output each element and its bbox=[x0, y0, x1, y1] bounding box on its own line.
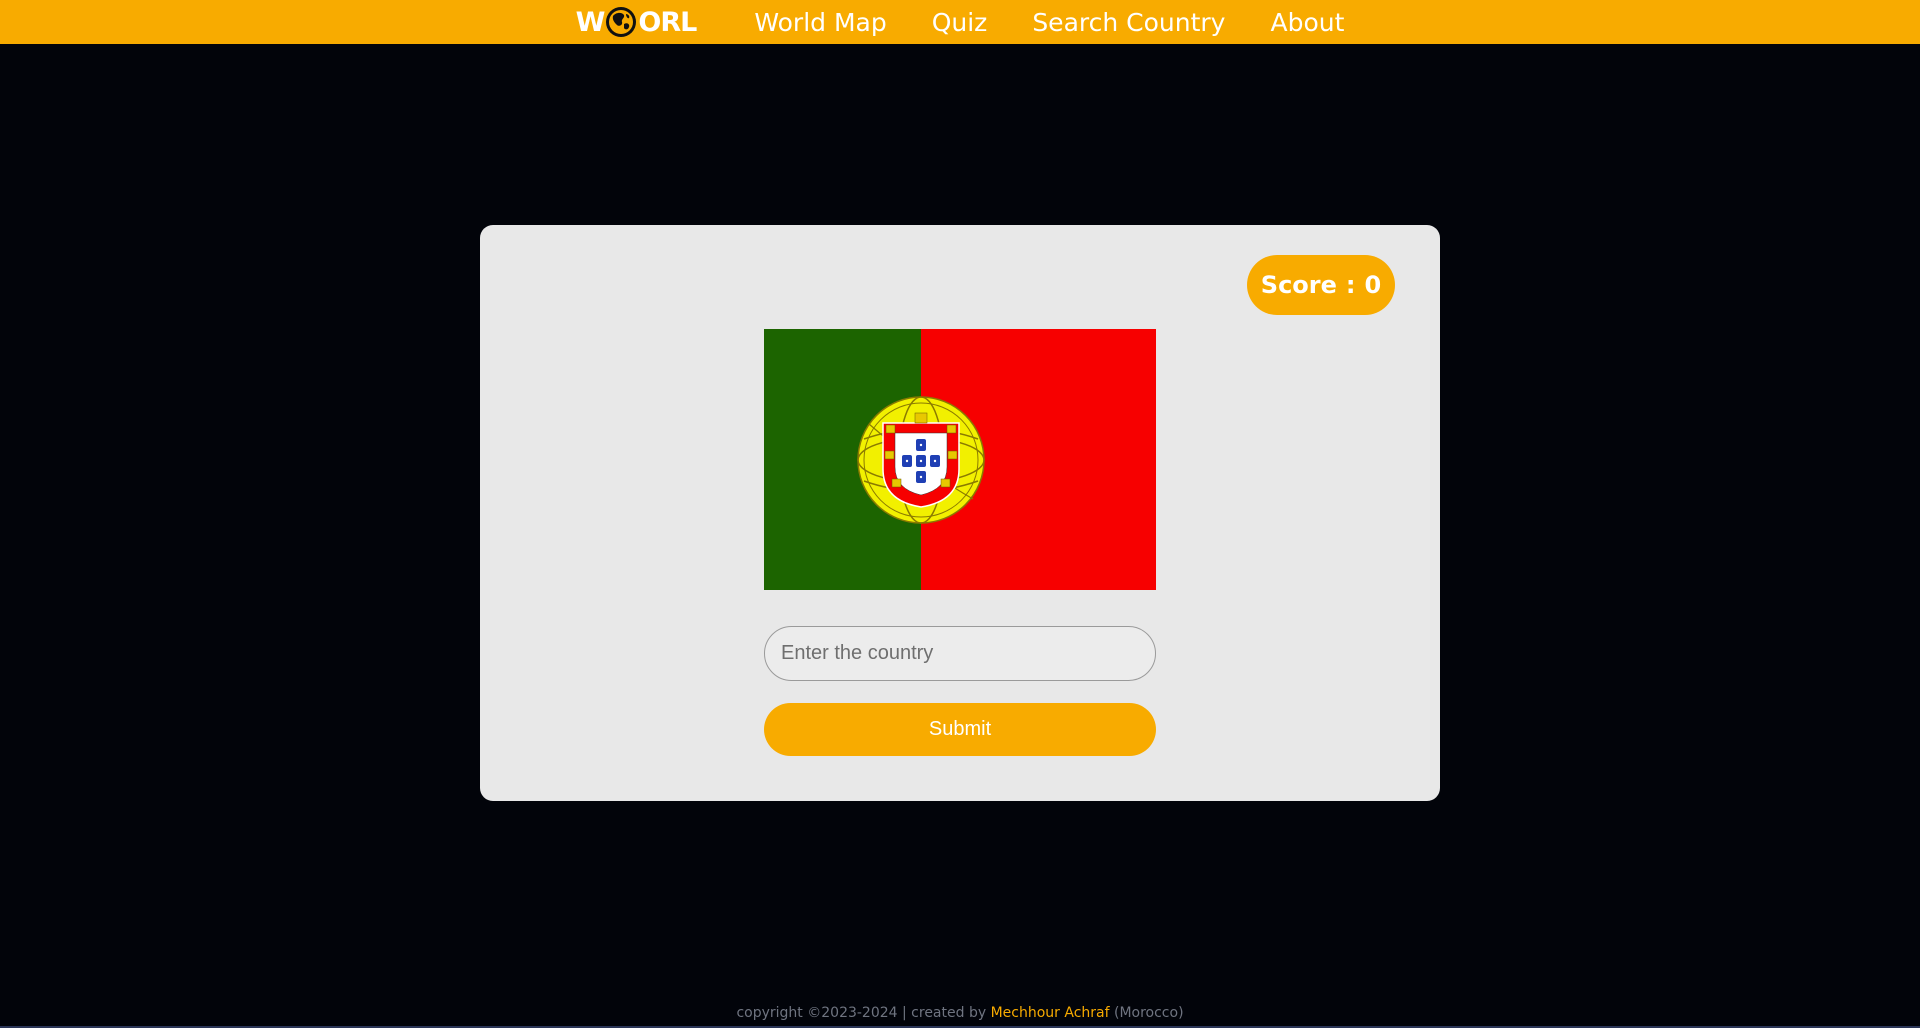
footer: copyright ©2023-2024 | created by Mechho… bbox=[0, 1005, 1920, 1021]
nav-link-search-country[interactable]: Search Country bbox=[1032, 8, 1225, 37]
submit-button[interactable]: Submit bbox=[764, 703, 1156, 756]
quiz-card: Score : 0 Enter the country Submit bbox=[480, 225, 1440, 801]
score-badge: Score : 0 bbox=[1247, 255, 1395, 315]
nav-link-world-map[interactable]: World Map bbox=[754, 8, 886, 37]
logo-text-suffix: ORL bbox=[638, 6, 697, 38]
portugal-flag-icon bbox=[764, 329, 1156, 590]
score-separator: : bbox=[1345, 271, 1356, 299]
nav-link-quiz[interactable]: Quiz bbox=[932, 8, 988, 37]
top-navbar: W ORL World Map Quiz Search Country Abou… bbox=[0, 0, 1920, 44]
score-label: Score bbox=[1260, 271, 1337, 299]
globe-icon bbox=[606, 7, 637, 37]
nav-links: World Map Quiz Search Country About bbox=[754, 8, 1344, 37]
footer-country: (Morocco) bbox=[1113, 1005, 1184, 1021]
country-input[interactable] bbox=[764, 626, 1156, 681]
score-value: 0 bbox=[1364, 271, 1382, 299]
nav-link-about[interactable]: About bbox=[1270, 8, 1344, 37]
logo[interactable]: W ORL bbox=[575, 6, 698, 38]
logo-text-prefix: W bbox=[575, 6, 606, 38]
footer-copyright: copyright ©2023-2024 | created by bbox=[736, 1005, 987, 1021]
footer-author-link[interactable]: Mechhour Achraf bbox=[991, 1005, 1110, 1021]
